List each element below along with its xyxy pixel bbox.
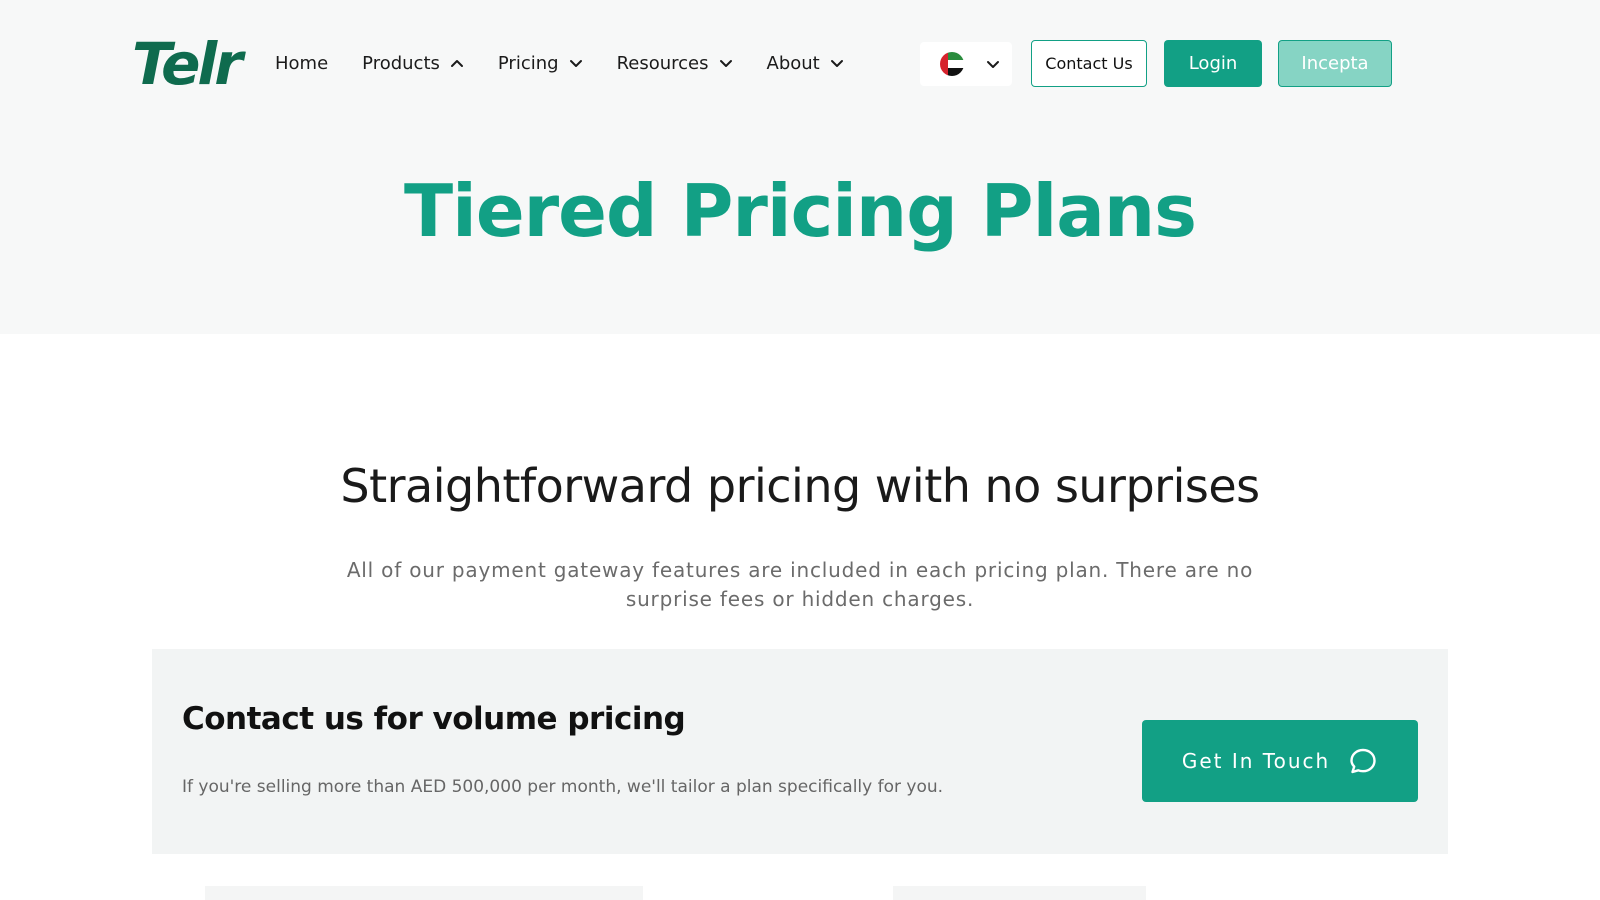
pricing-subtext: All of our payment gateway features are … <box>346 558 1254 611</box>
chevron-down-icon <box>830 56 844 70</box>
main-nav: Home Products Pricing Resources About <box>275 48 878 78</box>
contact-us-button[interactable]: Contact Us <box>1031 40 1147 87</box>
hero-section: Telr Home Products Pricing Resources Abo… <box>0 0 1600 334</box>
telr-logo[interactable]: Telr <box>132 30 243 98</box>
nav-item-resources[interactable]: Resources <box>617 48 733 78</box>
volume-pricing-banner: Contact us for volume pricing If you're … <box>152 649 1448 854</box>
nav-item-pricing[interactable]: Pricing <box>498 48 583 78</box>
chat-bubble-icon <box>1348 746 1378 776</box>
chevron-down-icon <box>719 56 733 70</box>
chevron-down-icon <box>986 57 1000 71</box>
get-in-touch-button[interactable]: Get In Touch <box>1142 720 1418 802</box>
nav-item-label: Home <box>275 52 329 74</box>
language-selector[interactable] <box>920 42 1012 86</box>
login-button[interactable]: Login <box>1164 40 1262 87</box>
page-title: Tiered Pricing Plans <box>404 169 1197 253</box>
nav-item-home[interactable]: Home <box>275 48 328 78</box>
nav-item-label: Resources <box>616 52 709 74</box>
nav-item-label: Products <box>362 52 440 74</box>
nav-item-products[interactable]: Products <box>362 48 464 78</box>
nav-item-about[interactable]: About <box>767 48 844 78</box>
get-in-touch-label: Get In Touch <box>1181 749 1331 773</box>
nav-item-label: Pricing <box>497 52 559 74</box>
incepta-button[interactable]: Incepta <box>1278 40 1392 87</box>
volume-pricing-text: If you're selling more than AED 500,000 … <box>182 777 944 797</box>
volume-pricing-title: Contact us for volume pricing <box>182 701 686 737</box>
pricing-card <box>893 886 1146 900</box>
uae-flag-icon <box>940 52 964 76</box>
pricing-headline: Straightforward pricing with no surprise… <box>340 459 1260 513</box>
chevron-up-icon <box>450 56 464 70</box>
nav-item-label: About <box>766 52 820 74</box>
chevron-down-icon <box>569 56 583 70</box>
pricing-card <box>205 886 643 900</box>
